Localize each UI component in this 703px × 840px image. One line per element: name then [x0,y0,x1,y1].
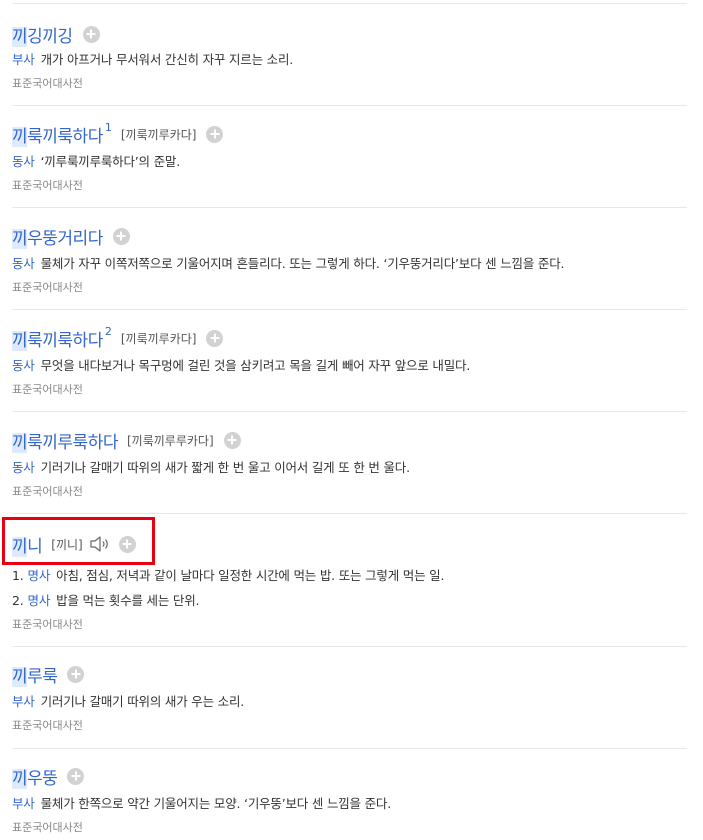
definition-line: 2. 명사 밥을 먹는 횟수를 세는 단위. [12,590,200,609]
part-of-speech: 명사 [27,568,51,583]
homonym-number: 2 [104,324,112,338]
entry-word-link[interactable]: 끼깅끼깅 [12,22,73,47]
part-of-speech: 동사 [12,358,35,373]
entry-word-link[interactable]: 끼룩끼루룩하다 [12,428,118,453]
result-entry: 끼룩끼룩하다 1 [끼룩끼루카다] 동사 ‘끼루룩끼루룩하다’의 준말. 표준국어대… [12,105,687,208]
dictionary-source: 표준국어대사전 [12,821,83,834]
entry-head: 끼루룩 [12,662,85,687]
definition-line: 동사 무엇을 내다보거나 목구멍에 걸린 것을 삼키려고 목을 길게 빼어 자꾸 … [12,355,470,374]
add-wordbook-icon[interactable] [223,431,241,449]
pronunciation: [끼룩끼루카다] [120,127,197,142]
result-entry: 끼룩끼루룩하다 [끼룩끼루루카다] 동사 기러기나 갈매기 따위의 새가 짧게 한… [12,411,687,514]
pronunciation: [끼룩끼루루카다] [126,433,214,448]
entry-head: 끼룩끼룩하다 1 [끼룩끼루카다] [12,120,224,147]
part-of-speech: 동사 [12,256,35,271]
entry-head: 끼룩끼루룩하다 [끼룩끼루루카다] [12,428,241,453]
word-rest: 우뚱 [27,768,58,789]
sense-number: 2. [12,593,24,608]
dictionary-source: 표준국어대사전 [12,383,83,396]
word-highlight: 끼 [12,432,28,453]
definition-line: 부사 개가 아프거나 무서워서 간신히 자꾸 지르는 소리. [12,49,293,68]
definition-line: 동사 ‘끼루룩끼루룩하다’의 준말. [12,151,180,170]
entry-word-link[interactable]: 끼우뚱거리다 [12,224,103,249]
entry-word-link[interactable]: 끼룩끼룩하다 [12,122,103,147]
definition-line: 부사 기러기나 갈매기 따위의 새가 우는 소리. [12,691,244,710]
word-highlight: 끼 [12,330,28,351]
word-rest: 룩끼룩하다 [27,126,103,147]
definition-text: 기러기나 갈매기 따위의 새가 짧게 한 번 울고 이어서 길게 또 한 번 울… [40,460,410,475]
definition-text: 기러기나 갈매기 따위의 새가 우는 소리. [40,694,245,709]
result-entry: 끼룩끼룩하다 2 [끼룩끼루카다] 동사 무엇을 내다보거나 목구멍에 걸린 것을 … [12,309,687,412]
add-wordbook-icon[interactable] [67,767,85,785]
result-entry: 끼루룩 부사 기러기나 갈매기 따위의 새가 우는 소리. 표준국어대사전 [12,646,687,749]
dictionary-source: 표준국어대사전 [12,179,83,192]
entry-word-link[interactable]: 끼우뚱 [12,764,58,789]
result-entry: 끼우뚱 부사 물체가 한쪽으로 약간 기울어지는 모양. ‘기우뚱’보다 센 느낌… [12,748,687,840]
definition-text: ‘끼루룩끼루룩하다’의 준말. [40,154,181,169]
word-rest: 우뚱거리다 [27,228,103,249]
entry-head: 끼우뚱 [12,764,85,789]
word-rest: 룩끼루룩하다 [27,432,118,453]
dictionary-source: 표준국어대사전 [12,485,83,498]
entry-head: 끼룩끼룩하다 2 [끼룩끼루카다] [12,324,224,351]
annotation-highlight-box [2,517,155,565]
add-wordbook-icon[interactable] [206,125,224,143]
part-of-speech: 동사 [12,460,35,475]
homonym-number: 1 [104,120,112,134]
definition-text: 물체가 한쪽으로 약간 기울어지는 모양. ‘기우뚱’보다 센 느낌을 준다. [40,796,392,811]
word-highlight: 끼 [12,228,28,249]
part-of-speech: 부사 [12,796,35,811]
word-highlight: 끼 [12,666,28,687]
word-rest: 루룩 [27,666,58,687]
part-of-speech: 명사 [27,593,51,608]
entry-word-link[interactable]: 끼룩끼룩하다 [12,326,103,351]
definition-line: 동사 기러기나 갈매기 따위의 새가 짧게 한 번 울고 이어서 길게 또 한 번… [12,457,410,476]
entry-head: 끼우뚱거리다 [12,224,130,249]
add-wordbook-icon[interactable] [112,227,130,245]
definition-text: 밥을 먹는 횟수를 세는 단위. [56,593,200,608]
sense-number: 1. [12,568,24,583]
definition-text: 물체가 자꾸 이쪽저쪽으로 기울어지며 흔들리다. 또는 그렇게 하다. ‘기우… [40,256,565,271]
dictionary-source: 표준국어대사전 [12,281,83,294]
part-of-speech: 부사 [12,52,35,67]
result-entry: 끼우뚱거리다 동사 물체가 자꾸 이쪽저쪽으로 기울어지며 흔들리다. 또는 그렇… [12,207,687,310]
part-of-speech: 부사 [12,694,35,709]
word-highlight: 끼 [12,126,28,147]
result-entry: 끼깅끼깅 부사 개가 아프거나 무서워서 간신히 자꾸 지르는 소리. 표준국어대… [12,4,687,106]
dictionary-source: 표준국어대사전 [12,77,83,90]
word-highlight: 끼 [12,26,28,47]
definition-text: 무엇을 내다보거나 목구멍에 걸린 것을 삼키려고 목을 길게 빼어 자꾸 앞으… [40,358,471,373]
entry-head: 끼깅끼깅 [12,22,100,47]
pronunciation: [끼룩끼루카다] [120,331,197,346]
part-of-speech: 동사 [12,154,35,169]
add-wordbook-icon[interactable] [67,665,85,683]
definition-line: 1. 명사 아침, 점심, 저녁과 같이 날마다 일정한 시간에 먹는 밥. 또는 … [12,565,444,584]
add-wordbook-icon[interactable] [206,329,224,347]
definition-line: 부사 물체가 한쪽으로 약간 기울어지는 모양. ‘기우뚱’보다 센 느낌을 준다… [12,793,391,812]
definition-text: 아침, 점심, 저녁과 같이 날마다 일정한 시간에 먹는 밥. 또는 그렇게 … [56,568,445,583]
word-rest: 룩끼룩하다 [27,330,103,351]
entry-word-link[interactable]: 끼루룩 [12,662,58,687]
word-highlight: 끼 [12,768,28,789]
definition-line: 동사 물체가 자꾸 이쪽저쪽으로 기울어지며 흔들리다. 또는 그렇게 하다. ‘… [12,253,564,272]
dictionary-source: 표준국어대사전 [12,618,83,631]
add-wordbook-icon[interactable] [82,25,100,43]
definition-text: 개가 아프거나 무서워서 간신히 자꾸 지르는 소리. [40,52,294,67]
word-rest: 깅끼깅 [27,26,73,47]
dictionary-source: 표준국어대사전 [12,719,83,732]
